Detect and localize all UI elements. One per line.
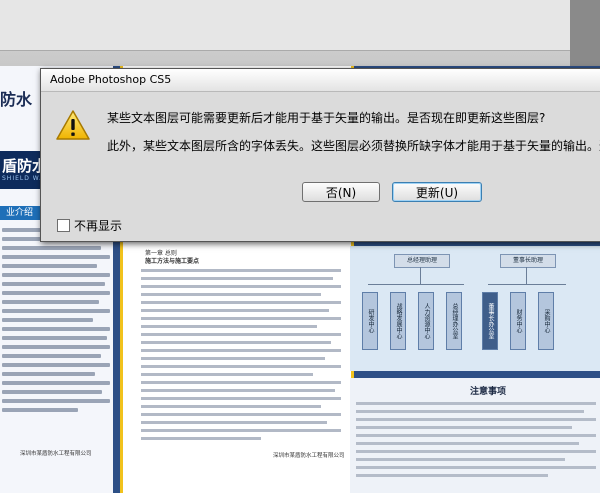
- mid-subheading: 施工方法与施工要点: [145, 258, 200, 265]
- org-unit: 采购中心: [538, 292, 554, 350]
- update-button[interactable]: 更新(U): [392, 182, 482, 202]
- dont-show-again-label[interactable]: 不再显示: [74, 217, 122, 234]
- mid-body-text: [141, 269, 341, 445]
- notes-title: 注意事项: [470, 387, 507, 397]
- warning-icon: [55, 109, 91, 141]
- options-bar: [0, 0, 570, 51]
- brand-title: 防水: [0, 90, 33, 109]
- update-text-layers-dialog: Adobe Photoshop CS5 某些文本图层可能需要更新后才能用于基于矢…: [40, 68, 600, 242]
- notes-body-text: [356, 402, 596, 482]
- org-connector: [488, 284, 566, 285]
- dialog-titlebar[interactable]: Adobe Photoshop CS5: [41, 69, 600, 92]
- mid-footer: 深圳市某盾防水工程有限公司: [273, 453, 345, 459]
- intro-body-text: [2, 228, 110, 417]
- org-top-left: 总经理助理: [394, 254, 450, 268]
- org-connector: [420, 267, 421, 284]
- org-connector: [526, 267, 527, 284]
- org-unit: 财务中心: [510, 292, 526, 350]
- panel-dock: [570, 0, 600, 66]
- dont-show-again-checkbox[interactable]: [57, 219, 70, 232]
- photoshop-options-area: [0, 0, 600, 66]
- dialog-title: Adobe Photoshop CS5: [50, 73, 172, 86]
- no-button[interactable]: 否(N): [302, 182, 380, 202]
- notes-panel: 注意事项: [350, 378, 600, 493]
- org-connector: [368, 284, 464, 285]
- org-unit: 总经理办公室: [446, 292, 462, 350]
- org-and-notes-column: 总经理助理 董事长助理 研发中心 战略发展中心 人力资源中心 总经理办公室 董事…: [350, 246, 600, 493]
- org-unit: 战略发展中心: [390, 292, 406, 350]
- left-footer: 深圳市某盾防水工程有限公司: [20, 451, 92, 457]
- org-unit: 人力资源中心: [418, 292, 434, 350]
- org-chart: 总经理助理 董事长助理 研发中心 战略发展中心 人力资源中心 总经理办公室 董事…: [350, 246, 600, 371]
- org-unit: 研发中心: [362, 292, 378, 350]
- org-unit: 董事长办公室: [482, 292, 498, 350]
- dialog-message-primary: 某些文本图层可能需要更新后才能用于基于矢量的输出。是否现在即更新这些图层?: [107, 111, 546, 125]
- org-top-right: 董事长助理: [500, 254, 556, 268]
- dialog-message-secondary: 此外，某些文本图层所含的字体丢失。这些图层必须替换所缺字体才能用于基于矢量的输出…: [107, 139, 600, 153]
